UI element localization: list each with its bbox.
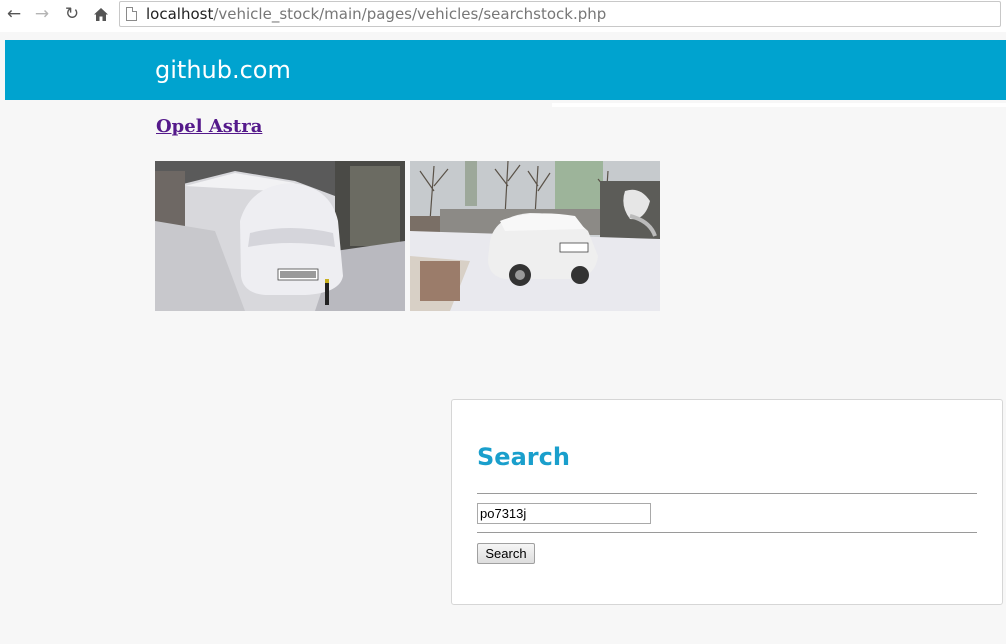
url-text: localhost/vehicle_stock/main/pages/vehic… bbox=[146, 5, 606, 23]
search-input[interactable] bbox=[477, 503, 651, 524]
header-divider bbox=[552, 103, 1006, 107]
forward-arrow-icon[interactable]: → bbox=[31, 3, 53, 25]
search-button[interactable]: Search bbox=[477, 543, 535, 564]
reload-icon[interactable]: ↻ bbox=[61, 3, 83, 25]
site-header: github.com bbox=[5, 40, 1006, 100]
search-heading: Search bbox=[477, 443, 570, 471]
vehicle-photo-rear[interactable] bbox=[410, 161, 660, 311]
address-bar[interactable]: localhost/vehicle_stock/main/pages/vehic… bbox=[119, 1, 1001, 27]
browser-toolbar: ← → ↻ localhost/vehicle_stock/main/pages… bbox=[0, 0, 1006, 32]
vehicle-photo-front[interactable] bbox=[155, 161, 405, 311]
divider-top bbox=[477, 493, 977, 494]
home-icon[interactable] bbox=[90, 3, 112, 25]
url-path: /vehicle_stock/main/pages/vehicles/searc… bbox=[213, 5, 607, 23]
vehicle-title-link[interactable]: Opel Astra bbox=[156, 116, 262, 137]
back-arrow-icon[interactable]: ← bbox=[3, 3, 25, 25]
url-host: localhost bbox=[146, 5, 214, 23]
search-panel: Search Search bbox=[451, 399, 1003, 605]
divider-bottom bbox=[477, 532, 977, 533]
page-icon bbox=[126, 7, 137, 21]
site-title[interactable]: github.com bbox=[155, 56, 291, 84]
